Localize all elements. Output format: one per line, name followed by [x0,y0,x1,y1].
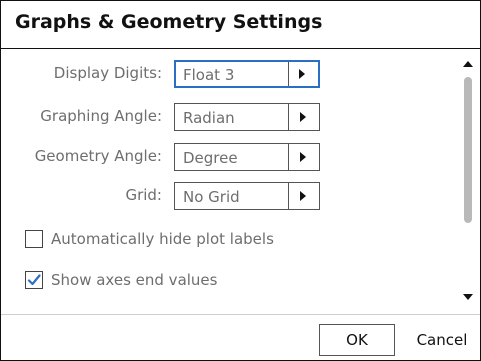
scrollbar-thumb[interactable] [464,77,472,223]
scroll-down-arrow-icon[interactable] [463,294,473,300]
chevron-right-icon [299,69,305,79]
cancel-button[interactable]: Cancel [404,324,480,356]
display-digits-select[interactable]: Float 3 [174,60,320,88]
dialog-title: Graphs & Geometry Settings [15,11,323,33]
grid-select[interactable]: No Grid [174,182,320,210]
chevron-right-icon [300,112,306,122]
graphing-angle-select[interactable]: Radian [174,103,320,131]
scroll-up-arrow-icon[interactable] [463,61,473,67]
geometry-angle-value: Degree [183,149,238,167]
show-axes-end-values-label: Show axes end values [51,271,218,289]
geometry-angle-select[interactable]: Degree [174,143,320,171]
footer-divider [1,314,480,315]
settings-dialog: Graphs & Geometry Settings Display Digit… [0,0,481,361]
vertical-scrollbar[interactable] [461,57,475,305]
chevron-right-icon [300,191,306,201]
show-axes-end-values-checkbox[interactable] [25,271,43,289]
grid-dropdown-button[interactable] [288,183,319,209]
dialog-title-bar: Graphs & Geometry Settings [1,1,480,49]
display-digits-value: Float 3 [183,66,235,84]
graphing-angle-value: Radian [183,109,235,127]
ok-button[interactable]: OK [319,324,395,356]
display-digits-dropdown-button[interactable] [288,62,318,86]
grid-value: No Grid [183,188,240,206]
checkmark-icon [27,274,41,286]
auto-hide-plot-labels-label: Automatically hide plot labels [51,230,274,248]
chevron-right-icon [300,152,306,162]
graphing-angle-label: Graphing Angle: [40,107,162,125]
geometry-angle-label: Geometry Angle: [34,147,162,165]
graphing-angle-dropdown-button[interactable] [288,104,319,130]
grid-label: Grid: [125,186,162,204]
display-digits-label: Display Digits: [53,64,162,82]
geometry-angle-dropdown-button[interactable] [288,144,319,170]
auto-hide-plot-labels-checkbox[interactable] [25,230,43,248]
